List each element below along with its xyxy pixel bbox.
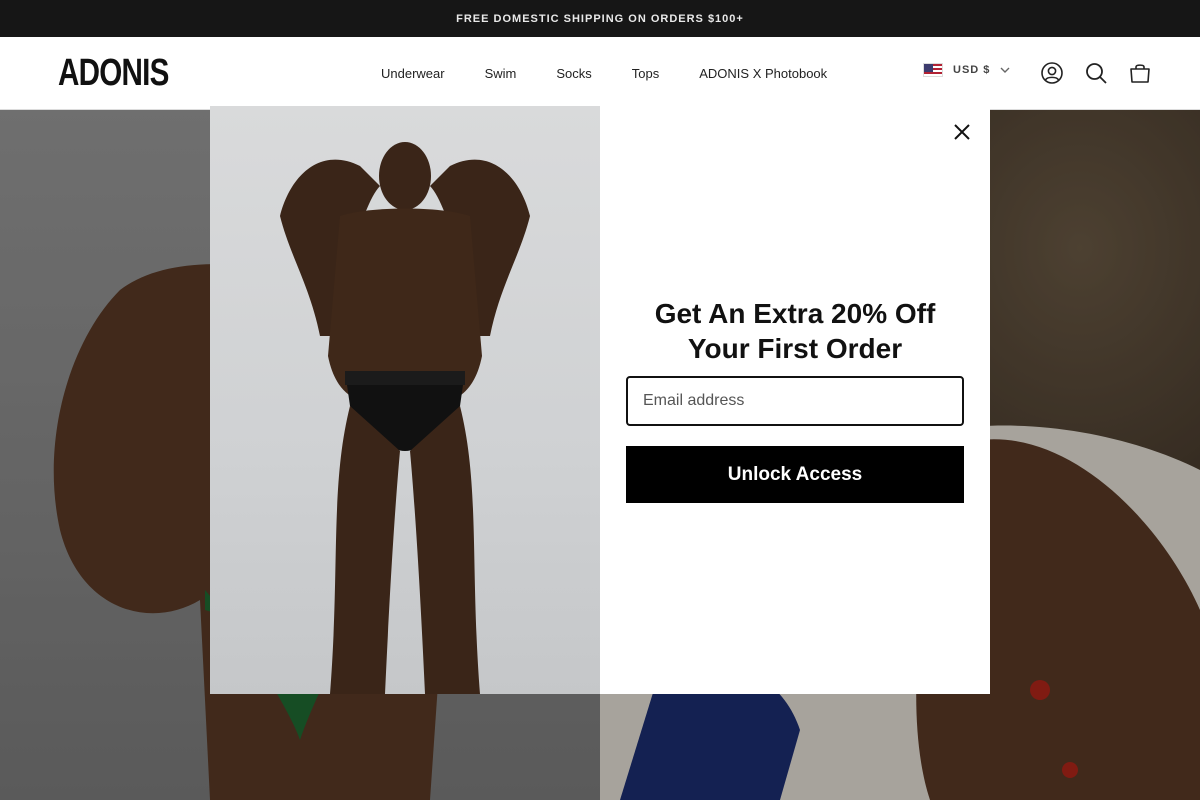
chevron-down-icon bbox=[1000, 67, 1010, 73]
headline-line-1: Get An Extra 20% Off bbox=[654, 298, 936, 329]
model-illustration bbox=[280, 142, 530, 694]
us-flag-icon bbox=[923, 63, 943, 77]
currency-selector[interactable]: USD $ bbox=[923, 63, 1010, 77]
nav-item-underwear[interactable]: Underwear bbox=[381, 66, 445, 81]
headline-line-2: Your First Order bbox=[687, 333, 903, 364]
close-icon[interactable] bbox=[948, 118, 976, 146]
unlock-access-button[interactable]: Unlock Access bbox=[626, 446, 964, 503]
announcement-bar: FREE DOMESTIC SHIPPING ON ORDERS $100+ bbox=[0, 0, 1200, 37]
modal-form-panel: Get An Extra 20% Off Your First Order Un… bbox=[600, 106, 990, 694]
signup-modal: Get An Extra 20% Off Your First Order Un… bbox=[210, 106, 990, 694]
nav-item-swim[interactable]: Swim bbox=[485, 66, 517, 81]
nav-item-photobook[interactable]: ADONIS X Photobook bbox=[699, 66, 827, 81]
cart-icon[interactable] bbox=[1128, 61, 1152, 85]
account-icon[interactable] bbox=[1040, 61, 1064, 85]
nav-item-tops[interactable]: Tops bbox=[632, 66, 659, 81]
brand-logo[interactable]: ADONIS bbox=[58, 54, 169, 92]
modal-headline: Get An Extra 20% Off Your First Order bbox=[620, 296, 970, 366]
main-nav: Underwear Swim Socks Tops ADONIS X Photo… bbox=[381, 37, 827, 110]
currency-label: USD $ bbox=[953, 64, 991, 76]
modal-hero-image bbox=[210, 106, 600, 694]
email-field[interactable] bbox=[626, 376, 964, 426]
announcement-text: FREE DOMESTIC SHIPPING ON ORDERS $100+ bbox=[456, 12, 744, 25]
site-header: ADONIS Underwear Swim Socks Tops ADONIS … bbox=[0, 37, 1200, 110]
nav-item-socks[interactable]: Socks bbox=[556, 66, 591, 81]
search-icon[interactable] bbox=[1084, 61, 1108, 85]
